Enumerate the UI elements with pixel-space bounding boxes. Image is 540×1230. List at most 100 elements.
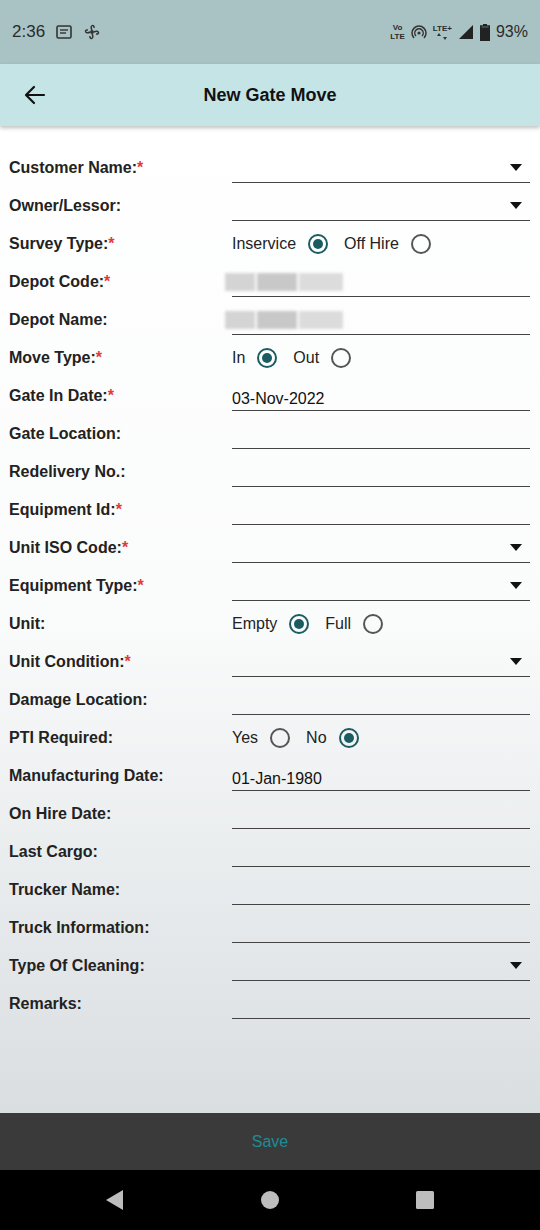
battery-fill: [481, 27, 489, 40]
volte-bottom: LTE: [390, 32, 405, 41]
field-label-text: Unit Condition:: [9, 653, 125, 670]
form-row: Survey Type:*Inservice Off Hire: [0, 225, 540, 263]
text-field[interactable]: [232, 305, 530, 335]
radio-button[interactable]: [257, 348, 277, 368]
nav-back-icon[interactable]: [105, 1189, 125, 1211]
radio-option[interactable]: Empty: [232, 612, 309, 636]
form-row: Customer Name:*: [0, 149, 540, 187]
status-time: 2:36: [12, 19, 45, 45]
field-label-text: Equipment Id:: [9, 501, 116, 518]
radio-option[interactable]: Out: [293, 346, 351, 370]
required-asterisk: *: [96, 349, 102, 366]
save-button[interactable]: Save: [232, 1122, 308, 1162]
field-label-text: Type Of Cleaning:: [9, 957, 145, 974]
dropdown-field[interactable]: [232, 153, 530, 183]
radio-button[interactable]: [289, 614, 309, 634]
field-label: Equipment Type:*: [9, 576, 232, 596]
radio-button[interactable]: [339, 728, 359, 748]
field-label-text: Depot Name:: [9, 311, 108, 328]
radio-label: Empty: [232, 612, 277, 636]
nav-home-icon[interactable]: [260, 1190, 280, 1210]
text-field[interactable]: [232, 457, 530, 487]
text-field[interactable]: [232, 875, 530, 905]
form-row: Unit: Empty Full: [0, 605, 540, 643]
battery-icon: [480, 24, 490, 41]
signal-icon: [458, 24, 474, 40]
field-label-text: Unit:: [9, 615, 45, 632]
field-value: 03-Nov-2022: [232, 389, 325, 409]
dropdown-caret-icon: [510, 544, 522, 551]
radio-button[interactable]: [331, 348, 351, 368]
field-label-text: PTI Required:: [9, 729, 113, 746]
field-label: Customer Name:*: [9, 158, 232, 178]
text-field[interactable]: 01-Jan-1980: [232, 761, 530, 791]
form-row: Equipment Id:*: [0, 491, 540, 529]
text-field[interactable]: [232, 495, 530, 525]
app-screen: 2:36VoLTELTE+93% New Gate Move Customer …: [0, 0, 540, 1230]
form-row: On Hire Date:: [0, 795, 540, 833]
dropdown-field[interactable]: [232, 571, 530, 601]
redacted-block: [299, 311, 343, 329]
field-label: Redelivery No.:: [9, 462, 232, 482]
field-label-text: Trucker Name:: [9, 881, 120, 898]
text-field[interactable]: [232, 267, 530, 297]
text-field[interactable]: [232, 989, 530, 1019]
radio-group: In Out: [232, 343, 530, 373]
form-row: Unit Condition:*: [0, 643, 540, 681]
required-asterisk: *: [108, 387, 114, 404]
back-button[interactable]: [22, 82, 48, 108]
form-row: Remarks:: [0, 985, 540, 1023]
radio-option[interactable]: No: [306, 726, 358, 750]
dropdown-field[interactable]: [232, 951, 530, 981]
text-field[interactable]: [232, 913, 530, 943]
radio-button[interactable]: [363, 614, 383, 634]
field-label-text: Truck Information:: [9, 919, 149, 936]
field-label: Survey Type:*: [9, 234, 232, 254]
text-field[interactable]: [232, 419, 530, 449]
field-label: Manufacturing Date:: [9, 766, 232, 786]
form-row: Unit ISO Code:*: [0, 529, 540, 567]
dropdown-field[interactable]: [232, 533, 530, 563]
dropdown-field[interactable]: [232, 191, 530, 221]
required-asterisk: *: [104, 273, 110, 290]
radio-button[interactable]: [308, 234, 328, 254]
form-row: Type Of Cleaning:: [0, 947, 540, 985]
radio-option[interactable]: Inservice: [232, 232, 328, 256]
form-row: Gate Location:: [0, 415, 540, 453]
dropdown-caret-icon: [510, 962, 522, 969]
field-label: Unit ISO Code:*: [9, 538, 232, 558]
text-field[interactable]: [232, 837, 530, 867]
app-header: New Gate Move: [0, 64, 540, 126]
dropdown-caret-icon: [510, 202, 522, 209]
radio-button[interactable]: [270, 728, 290, 748]
radio-dot: [294, 619, 304, 629]
required-asterisk: *: [108, 235, 114, 252]
required-asterisk: *: [138, 577, 144, 594]
radio-label: Out: [293, 346, 319, 370]
field-label: Depot Name:: [9, 310, 232, 330]
field-label-text: Owner/Lessor:: [9, 197, 121, 214]
nav-recents-icon[interactable]: [415, 1190, 435, 1210]
back-arrow-icon: [23, 83, 47, 107]
field-label-text: Redelivery No.:: [9, 463, 125, 480]
text-field[interactable]: [232, 685, 530, 715]
text-field[interactable]: 03-Nov-2022: [232, 381, 530, 411]
form-row: PTI Required: Yes No: [0, 719, 540, 757]
radio-label: No: [306, 726, 326, 750]
save-bar: Save: [0, 1113, 540, 1170]
radio-option[interactable]: Full: [325, 612, 383, 636]
radio-option[interactable]: Yes: [232, 726, 290, 750]
form-row: Owner/Lessor:: [0, 187, 540, 225]
dropdown-caret-icon: [510, 658, 522, 665]
dropdown-field[interactable]: [232, 647, 530, 677]
radio-option[interactable]: Off Hire: [344, 232, 431, 256]
redacted-value: [225, 311, 345, 329]
field-label: Gate In Date:*: [9, 386, 232, 406]
field-label: Truck Information:: [9, 918, 232, 938]
required-asterisk: *: [122, 539, 128, 556]
radio-option[interactable]: In: [232, 346, 277, 370]
form-row: Equipment Type:*: [0, 567, 540, 605]
text-field[interactable]: [232, 799, 530, 829]
radio-button[interactable]: [411, 234, 431, 254]
hotspot-icon: [411, 24, 427, 40]
